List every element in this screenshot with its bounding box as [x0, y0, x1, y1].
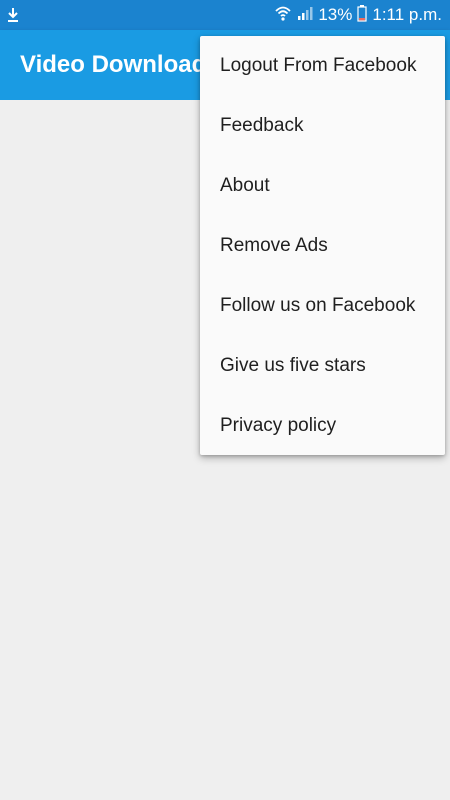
overflow-menu: Logout From Facebook Feedback About Remo… [200, 36, 445, 455]
wifi-icon [274, 4, 292, 27]
status-indicators: 13% 1:11 p.m. [274, 0, 442, 30]
menu-item-remove-ads[interactable]: Remove Ads [200, 216, 445, 276]
menu-item-logout-facebook[interactable]: Logout From Facebook [200, 36, 445, 96]
signal-icon [297, 5, 313, 26]
menu-item-feedback[interactable]: Feedback [200, 96, 445, 156]
app-title: Video Download [20, 51, 207, 78]
menu-item-privacy-policy[interactable]: Privacy policy [200, 396, 445, 456]
clock: 1:11 p.m. [372, 5, 442, 24]
download-icon [6, 6, 20, 24]
menu-item-about[interactable]: About [200, 156, 445, 216]
status-bar: 13% 1:11 p.m. [0, 0, 450, 30]
menu-item-follow-facebook[interactable]: Follow us on Facebook [200, 276, 445, 336]
battery-percent: 13% [318, 5, 353, 24]
menu-item-five-stars[interactable]: Give us five stars [200, 336, 445, 396]
battery-icon [357, 4, 367, 27]
